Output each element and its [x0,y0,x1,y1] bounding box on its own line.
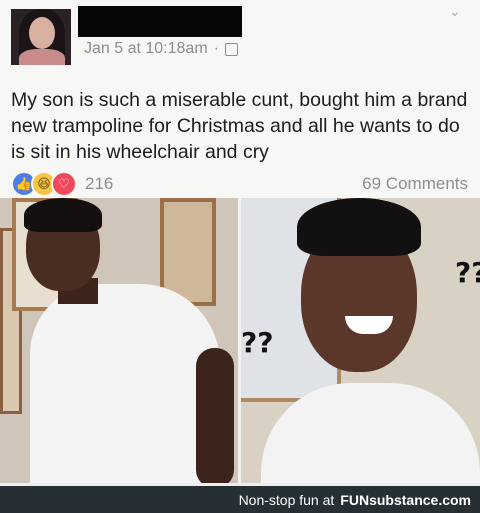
love-icon: ♡ [51,171,77,197]
question-marks: ?? [455,256,480,289]
comments-link[interactable]: 69 Comments [362,174,468,194]
reactions-bar[interactable]: 👍 😆 ♡ 216 [11,171,113,197]
footer-tagline: Non-stop fun at [238,491,335,508]
arm [196,348,234,483]
meta-separator: · [213,40,219,57]
hair [297,198,421,256]
avatar-body [19,49,65,65]
chevron-down-icon[interactable]: ⌄ [449,4,463,18]
redacted-name-bar [78,6,242,37]
avatar-face [29,17,55,49]
question-marks: ?? [241,326,274,359]
post-body: My son is such a miserable cunt, bought … [11,89,468,163]
facebook-post: ⌄ Jan 5 at 10:18am · My son is such a mi… [0,0,480,198]
profile-avatar[interactable] [11,9,71,65]
globe-icon [224,42,238,56]
white-shirt [30,284,220,483]
watermark-footer: Non-stop fun at FUNsubstance.com [0,486,480,513]
footer-brand[interactable]: FUNsubstance.com [340,492,471,508]
post-timestamp[interactable]: Jan 5 at 10:18am [84,40,208,58]
meme-image-left [0,198,238,483]
post-meta: Jan 5 at 10:18am · [84,40,238,58]
reaction-count: 216 [85,174,114,193]
hair [24,198,102,232]
meme-image-right: ?? ?? [241,198,480,483]
